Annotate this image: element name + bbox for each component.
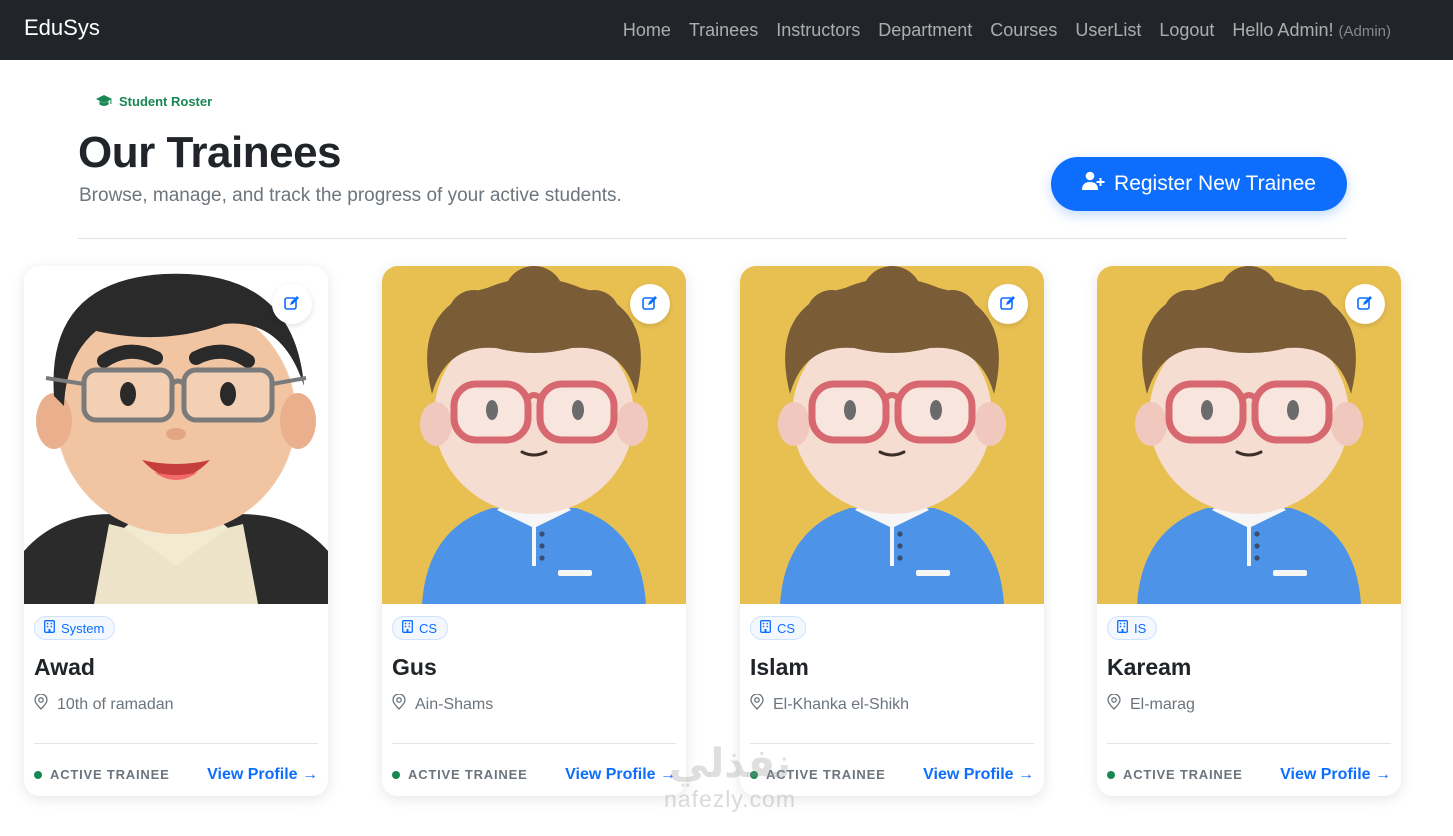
- department-label: CS: [777, 620, 796, 636]
- view-profile-link[interactable]: View Profile →: [565, 766, 676, 784]
- page-subtitle: Browse, manage, and track the progress o…: [79, 185, 622, 206]
- department-badge: CS: [392, 616, 449, 640]
- department-label: CS: [419, 620, 438, 636]
- department-badge: IS: [1107, 616, 1158, 640]
- edit-square-icon: [1000, 295, 1016, 314]
- map-pin-icon: [392, 693, 406, 715]
- graduation-cap-icon: [96, 95, 112, 108]
- building-icon: [402, 620, 413, 636]
- edit-square-icon: [284, 295, 300, 314]
- card-divider: [392, 743, 676, 744]
- section-eyebrow: Student Roster: [96, 94, 212, 109]
- address-label: El-Khanka el-Shikh: [773, 695, 910, 713]
- status-label: ACTIVE TRAINEE: [1123, 767, 1243, 782]
- edit-trainee-button[interactable]: [1345, 284, 1385, 324]
- view-profile-link[interactable]: View Profile →: [207, 766, 318, 784]
- top-navbar: EduSys Home Trainees Instructors Departm…: [0, 0, 1453, 60]
- view-profile-link[interactable]: View Profile →: [1280, 766, 1391, 784]
- card-divider: [1107, 743, 1391, 744]
- map-pin-icon: [1107, 693, 1121, 715]
- header-divider: [78, 238, 1347, 239]
- card-divider: [750, 743, 1034, 744]
- status-dot: [750, 770, 758, 779]
- nav-home[interactable]: Home: [623, 20, 671, 41]
- user-greeting: Hello Admin! (Admin): [1232, 20, 1391, 41]
- trainee-card: CS Islam El-Khanka el-Shikh ACTIVE TRAIN…: [740, 266, 1044, 796]
- department-label: System: [61, 620, 105, 636]
- trainee-address: El-marag: [1107, 693, 1195, 715]
- status-badge: ACTIVE TRAINEE: [34, 767, 170, 782]
- department-label: IS: [1134, 620, 1147, 636]
- status-label: ACTIVE TRAINEE: [766, 767, 886, 782]
- trainee-card: CS Gus Ain-Shams ACTIVE TRAINEE View Pro…: [382, 266, 686, 796]
- nav-logout[interactable]: Logout: [1159, 20, 1214, 41]
- greeting-text: Hello Admin!: [1232, 19, 1334, 40]
- trainee-card: System Awad 10th of ramadan ACTIVE TRAIN…: [24, 266, 328, 796]
- eyebrow-label: Student Roster: [119, 94, 213, 109]
- edit-trainee-button[interactable]: [630, 284, 670, 324]
- status-dot: [1107, 770, 1115, 779]
- status-label: ACTIVE TRAINEE: [408, 767, 528, 782]
- edit-trainee-button[interactable]: [988, 284, 1028, 324]
- edit-trainee-button[interactable]: [272, 284, 312, 324]
- status-dot: [392, 770, 400, 779]
- status-dot: [34, 770, 42, 779]
- trainee-address: 10th of ramadan: [34, 693, 174, 715]
- user-plus-icon: [1082, 171, 1106, 197]
- user-role: (Admin): [1338, 22, 1391, 40]
- nav-courses[interactable]: Courses: [990, 20, 1057, 41]
- department-badge: CS: [750, 616, 807, 640]
- map-pin-icon: [34, 693, 48, 715]
- edit-square-icon: [642, 295, 658, 314]
- map-pin-icon: [750, 693, 764, 715]
- status-badge: ACTIVE TRAINEE: [392, 767, 528, 782]
- page-title: Our Trainees: [78, 128, 342, 177]
- address-label: El-marag: [1130, 695, 1195, 713]
- address-label: Ain-Shams: [415, 695, 494, 713]
- building-icon: [1117, 620, 1128, 636]
- trainee-name: Awad: [34, 654, 95, 680]
- brand-logo[interactable]: EduSys: [24, 15, 100, 41]
- status-badge: ACTIVE TRAINEE: [750, 767, 886, 782]
- building-icon: [760, 620, 771, 636]
- nav-links: Home Trainees Instructors Department Cou…: [623, 0, 1391, 60]
- card-divider: [34, 743, 318, 744]
- trainee-name: Gus: [392, 654, 437, 680]
- nav-userlist[interactable]: UserList: [1075, 20, 1141, 41]
- view-profile-link[interactable]: View Profile →: [923, 766, 1034, 784]
- nav-instructors[interactable]: Instructors: [776, 20, 860, 41]
- trainee-address: Ain-Shams: [392, 693, 494, 715]
- department-badge: System: [34, 616, 116, 640]
- trainee-name: Islam: [750, 654, 809, 680]
- trainee-address: El-Khanka el-Shikh: [750, 693, 910, 715]
- nav-department[interactable]: Department: [878, 20, 972, 41]
- trainee-card: IS Kaream El-marag ACTIVE TRAINEE View P…: [1097, 266, 1401, 796]
- address-label: 10th of ramadan: [57, 695, 174, 713]
- status-label: ACTIVE TRAINEE: [50, 767, 170, 782]
- nav-trainees[interactable]: Trainees: [689, 20, 758, 41]
- building-icon: [44, 620, 55, 636]
- status-badge: ACTIVE TRAINEE: [1107, 767, 1243, 782]
- edit-square-icon: [1357, 295, 1373, 314]
- trainee-name: Kaream: [1107, 654, 1192, 680]
- register-label: Register New Trainee: [1114, 172, 1316, 195]
- register-trainee-button[interactable]: Register New Trainee: [1051, 157, 1347, 211]
